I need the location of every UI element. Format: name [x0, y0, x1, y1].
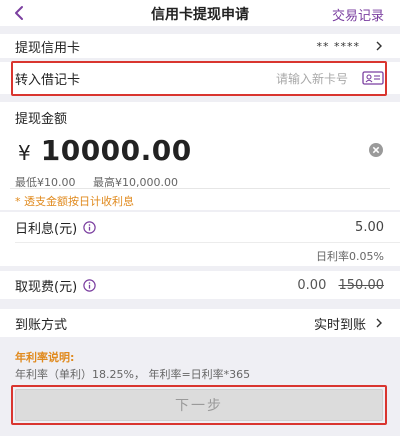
interest-notice: * 透支金额按日计收利息	[15, 195, 134, 208]
fee-label-group: 取现费(元)	[15, 276, 96, 295]
chevron-right-icon	[376, 41, 382, 51]
arrival-label: 到账方式	[15, 317, 68, 333]
arrival-method-row[interactable]: 到账方式 实时到账	[0, 309, 400, 337]
divider	[15, 242, 400, 243]
next-button-highlight	[11, 385, 387, 425]
arrival-value: 实时到账	[313, 317, 366, 333]
fee-value: 0.00	[297, 277, 327, 293]
amount-input[interactable]: ¥ 10000.00	[18, 134, 192, 167]
credit-card-row[interactable]: 提现信用卡 ** ****	[0, 34, 400, 58]
rate-explain-title: 年利率说明:	[15, 351, 75, 364]
fee-label: 取现费(元)	[15, 279, 78, 295]
fee-row: 取现费(元) 0.00 150.00	[0, 271, 400, 299]
fee-original: 150.00	[338, 277, 385, 293]
info-icon[interactable]	[83, 221, 96, 234]
credit-card-label: 提现信用卡	[15, 40, 81, 56]
debit-card-highlight	[11, 61, 387, 96]
currency-symbol: ¥	[18, 141, 31, 165]
interest-line: 日利息(元) 5.00	[15, 218, 384, 237]
transaction-records-link[interactable]: 交易记录	[332, 5, 384, 24]
amount-title: 提现金额	[15, 112, 68, 127]
rate-explain-text: 年利率（单利）18.25%， 年利率=日利率*365	[15, 368, 251, 381]
clear-icon[interactable]	[368, 142, 384, 158]
amount-section: 提现金额 ¥ 10000.00 最低¥10.00 最高¥10,000.00 * …	[0, 102, 400, 210]
interest-value: 5.00	[355, 220, 384, 235]
interest-label: 日利息(元)	[15, 222, 78, 237]
header-bar: 信用卡提现申请 交易记录	[0, 0, 400, 26]
interest-row: 日利息(元) 5.00 日利率0.05%	[0, 212, 400, 266]
amount-value: 10000.00	[40, 134, 192, 167]
divider	[10, 188, 390, 189]
chevron-right-icon	[376, 318, 382, 328]
fee-values: 0.00 150.00	[297, 278, 384, 293]
info-icon[interactable]	[83, 278, 96, 292]
credit-card-number: ** ****	[316, 39, 360, 53]
daily-rate: 日利率0.05%	[316, 250, 384, 263]
